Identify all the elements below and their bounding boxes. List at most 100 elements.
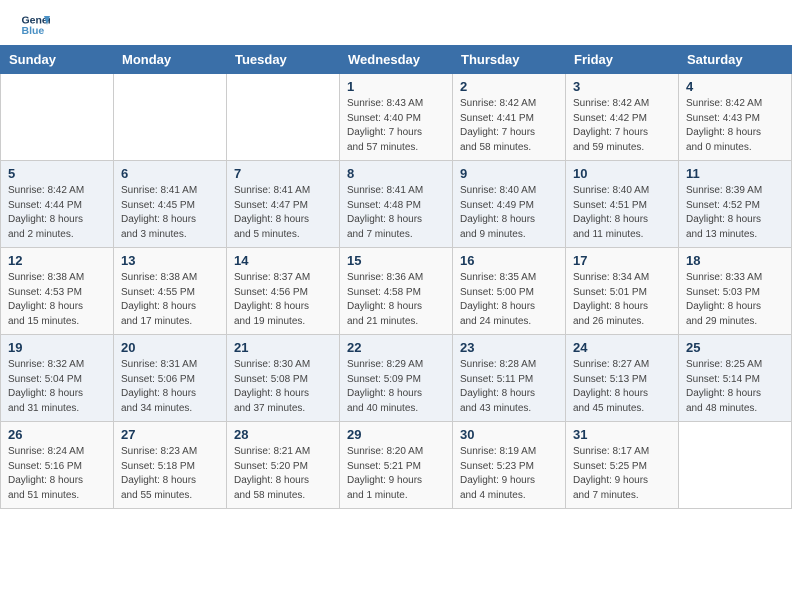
calendar-cell: 17 Sunrise: 8:34 AM Sunset: 5:01 PM Dayli… [566,248,679,335]
day-info: Sunrise: 8:24 AM Sunset: 5:16 PM Dayligh… [8,445,106,503]
weekday-header: Friday [566,46,679,74]
day-number: 10 [573,166,671,181]
day-number: 14 [234,253,332,268]
day-info: Sunrise: 8:42 AM Sunset: 4:43 PM Dayligh… [686,97,784,155]
calendar-cell: 3Sunrise: 8:42 AM Sunset: 4:42 PM Daylig… [566,74,679,161]
calendar-cell: 19 Sunrise: 8:32 AM Sunset: 5:04 PM Dayli… [1,335,114,422]
day-info: Sunrise: 8:40 AM Sunset: 4:49 PM Dayligh… [460,184,558,242]
calendar-cell: 11 Sunrise: 8:39 AM Sunset: 4:52 PM Dayli… [679,161,792,248]
weekday-header: Sunday [1,46,114,74]
day-info: Sunrise: 8:36 AM Sunset: 4:58 PM Dayligh… [347,271,445,329]
day-info: Sunrise: 8:28 AM Sunset: 5:11 PM Dayligh… [460,358,558,416]
calendar-cell: 18 Sunrise: 8:33 AM Sunset: 5:03 PM Dayli… [679,248,792,335]
logo-icon: General Blue [20,10,50,40]
calendar-cell: 23 Sunrise: 8:28 AM Sunset: 5:11 PM Dayli… [453,335,566,422]
day-number: 8 [347,166,445,181]
day-info: Sunrise: 8:34 AM Sunset: 5:01 PM Dayligh… [573,271,671,329]
day-number: 2 [460,79,558,94]
day-number: 7 [234,166,332,181]
day-number: 17 [573,253,671,268]
calendar-cell: 25Sunrise: 8:25 AM Sunset: 5:14 PM Dayli… [679,335,792,422]
calendar-cell: 7 Sunrise: 8:41 AM Sunset: 4:47 PM Daylig… [227,161,340,248]
day-number: 27 [121,427,219,442]
calendar-cell: 6Sunrise: 8:41 AM Sunset: 4:45 PM Daylig… [114,161,227,248]
day-info: Sunrise: 8:40 AM Sunset: 4:51 PM Dayligh… [573,184,671,242]
weekday-header: Wednesday [340,46,453,74]
day-info: Sunrise: 8:20 AM Sunset: 5:21 PM Dayligh… [347,445,445,503]
weekday-header: Thursday [453,46,566,74]
day-info: Sunrise: 8:38 AM Sunset: 4:55 PM Dayligh… [121,271,219,329]
day-info: Sunrise: 8:32 AM Sunset: 5:04 PM Dayligh… [8,358,106,416]
page-header: General Blue [0,0,792,45]
calendar-cell: 20 Sunrise: 8:31 AM Sunset: 5:06 PM Dayli… [114,335,227,422]
day-info: Sunrise: 8:33 AM Sunset: 5:03 PM Dayligh… [686,271,784,329]
day-number: 26 [8,427,106,442]
day-info: Sunrise: 8:23 AM Sunset: 5:18 PM Dayligh… [121,445,219,503]
day-number: 11 [686,166,784,181]
weekday-header: Monday [114,46,227,74]
day-info: Sunrise: 8:42 AM Sunset: 4:41 PM Dayligh… [460,97,558,155]
calendar-week-row: 1 Sunrise: 8:43 AM Sunset: 4:40 PM Daylig… [1,74,792,161]
day-info: Sunrise: 8:38 AM Sunset: 4:53 PM Dayligh… [8,271,106,329]
calendar-cell: 21Sunrise: 8:30 AM Sunset: 5:08 PM Dayli… [227,335,340,422]
day-number: 20 [121,340,219,355]
calendar-week-row: 19 Sunrise: 8:32 AM Sunset: 5:04 PM Dayli… [1,335,792,422]
calendar-week-row: 5 Sunrise: 8:42 AM Sunset: 4:44 PM Daylig… [1,161,792,248]
calendar-cell: 30 Sunrise: 8:19 AM Sunset: 5:23 PM Dayli… [453,422,566,509]
day-info: Sunrise: 8:37 AM Sunset: 4:56 PM Dayligh… [234,271,332,329]
day-number: 29 [347,427,445,442]
day-info: Sunrise: 8:35 AM Sunset: 5:00 PM Dayligh… [460,271,558,329]
day-number: 6 [121,166,219,181]
calendar-week-row: 26 Sunrise: 8:24 AM Sunset: 5:16 PM Dayli… [1,422,792,509]
calendar-cell: 28Sunrise: 8:21 AM Sunset: 5:20 PM Dayli… [227,422,340,509]
day-number: 15 [347,253,445,268]
calendar-cell [114,74,227,161]
calendar-cell: 31Sunrise: 8:17 AM Sunset: 5:25 PM Dayli… [566,422,679,509]
calendar-cell: 4 Sunrise: 8:42 AM Sunset: 4:43 PM Daylig… [679,74,792,161]
calendar-cell: 12Sunrise: 8:38 AM Sunset: 4:53 PM Dayli… [1,248,114,335]
day-number: 23 [460,340,558,355]
calendar-cell: 5 Sunrise: 8:42 AM Sunset: 4:44 PM Daylig… [1,161,114,248]
day-number: 5 [8,166,106,181]
day-info: Sunrise: 8:30 AM Sunset: 5:08 PM Dayligh… [234,358,332,416]
weekday-header: Saturday [679,46,792,74]
day-info: Sunrise: 8:43 AM Sunset: 4:40 PM Dayligh… [347,97,445,155]
day-info: Sunrise: 8:27 AM Sunset: 5:13 PM Dayligh… [573,358,671,416]
day-number: 4 [686,79,784,94]
day-number: 19 [8,340,106,355]
calendar-week-row: 12Sunrise: 8:38 AM Sunset: 4:53 PM Dayli… [1,248,792,335]
calendar-cell: 15 Sunrise: 8:36 AM Sunset: 4:58 PM Dayli… [340,248,453,335]
day-info: Sunrise: 8:19 AM Sunset: 5:23 PM Dayligh… [460,445,558,503]
day-number: 22 [347,340,445,355]
calendar-cell: 13 Sunrise: 8:38 AM Sunset: 4:55 PM Dayli… [114,248,227,335]
day-number: 16 [460,253,558,268]
day-number: 30 [460,427,558,442]
day-number: 28 [234,427,332,442]
calendar-cell: 27 Sunrise: 8:23 AM Sunset: 5:18 PM Dayli… [114,422,227,509]
calendar-cell [1,74,114,161]
day-info: Sunrise: 8:39 AM Sunset: 4:52 PM Dayligh… [686,184,784,242]
day-number: 31 [573,427,671,442]
calendar-cell: 29 Sunrise: 8:20 AM Sunset: 5:21 PM Dayli… [340,422,453,509]
calendar-cell: 14 Sunrise: 8:37 AM Sunset: 4:56 PM Dayli… [227,248,340,335]
day-info: Sunrise: 8:25 AM Sunset: 5:14 PM Dayligh… [686,358,784,416]
weekday-header: Tuesday [227,46,340,74]
logo: General Blue [20,10,54,40]
calendar-cell [679,422,792,509]
calendar-header: SundayMondayTuesdayWednesdayThursdayFrid… [1,46,792,74]
day-number: 1 [347,79,445,94]
day-number: 13 [121,253,219,268]
day-info: Sunrise: 8:41 AM Sunset: 4:48 PM Dayligh… [347,184,445,242]
calendar-cell: 8 Sunrise: 8:41 AM Sunset: 4:48 PM Daylig… [340,161,453,248]
day-info: Sunrise: 8:41 AM Sunset: 4:47 PM Dayligh… [234,184,332,242]
calendar-cell: 22 Sunrise: 8:29 AM Sunset: 5:09 PM Dayli… [340,335,453,422]
day-info: Sunrise: 8:31 AM Sunset: 5:06 PM Dayligh… [121,358,219,416]
calendar-table: SundayMondayTuesdayWednesdayThursdayFrid… [0,45,792,509]
day-info: Sunrise: 8:42 AM Sunset: 4:42 PM Dayligh… [573,97,671,155]
calendar-cell [227,74,340,161]
day-info: Sunrise: 8:29 AM Sunset: 5:09 PM Dayligh… [347,358,445,416]
calendar-cell: 2 Sunrise: 8:42 AM Sunset: 4:41 PM Daylig… [453,74,566,161]
day-info: Sunrise: 8:42 AM Sunset: 4:44 PM Dayligh… [8,184,106,242]
calendar-cell: 26 Sunrise: 8:24 AM Sunset: 5:16 PM Dayli… [1,422,114,509]
day-number: 18 [686,253,784,268]
